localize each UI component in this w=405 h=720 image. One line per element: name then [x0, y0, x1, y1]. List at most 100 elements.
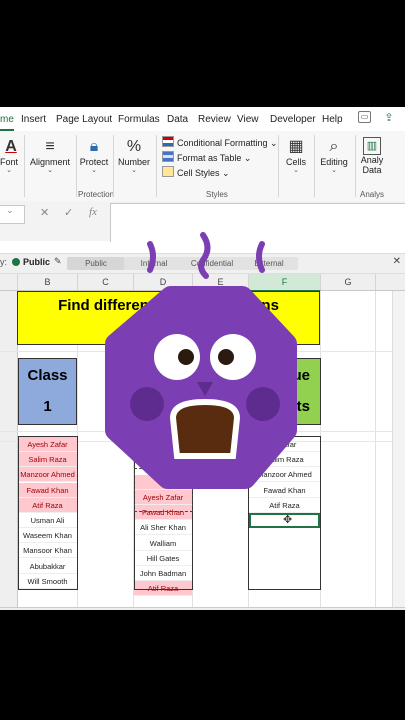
- sensitivity-option-confidential[interactable]: Confidential: [181, 257, 243, 270]
- analyze-data-button[interactable]: ▥ Analy Data: [357, 137, 387, 175]
- column-header-e[interactable]: E: [193, 274, 249, 290]
- comments-icon[interactable]: ▭: [358, 111, 371, 123]
- column-header-f[interactable]: F: [249, 274, 321, 292]
- class2-cell[interactable]: Ayesh Zafar: [134, 490, 192, 505]
- sensitivity-bar: y: Public ✎ Public Internal Confidential…: [0, 253, 405, 274]
- class1-header-cell[interactable]: Class 1: [18, 358, 77, 425]
- tab-insert[interactable]: Insert: [21, 114, 46, 125]
- close-icon[interactable]: ✕: [393, 256, 401, 267]
- tab-page-layout[interactable]: Page Layout: [56, 114, 112, 125]
- tab-home[interactable]: me: [0, 114, 14, 131]
- gridline: [375, 291, 376, 607]
- tab-help[interactable]: Help: [322, 114, 343, 125]
- class1-cell[interactable]: Waseem Khan: [18, 528, 77, 544]
- unique-cell[interactable]: Manzoor Ahmed: [249, 467, 320, 483]
- column-header-g[interactable]: G: [321, 274, 376, 290]
- analyze-data-icon: ▥: [363, 137, 381, 155]
- editing-button[interactable]: ⌕ Editing ⌄: [317, 137, 351, 175]
- cell-styles-label: Cell Styles: [177, 168, 220, 178]
- cells-icon: ▦: [288, 138, 304, 155]
- class1-cell[interactable]: Will Smooth: [18, 574, 77, 589]
- unique-cell[interactable]: Salim Raza: [249, 452, 320, 468]
- unique-header-cell[interactable]: ue ts: [248, 358, 321, 425]
- sensitivity-icon: [12, 258, 20, 266]
- class1-cell[interactable]: Ayesh Zafar: [18, 437, 77, 452]
- conditional-formatting-button[interactable]: Conditional Formatting ⌄: [162, 136, 278, 149]
- unique-header-line-1: ue: [292, 367, 310, 384]
- class2-cell[interactable]: Hill Gates: [134, 551, 192, 566]
- alignment-button[interactable]: ≡ Alignment ⌄: [28, 137, 72, 175]
- class1-cell[interactable]: Salim Raza: [18, 452, 77, 468]
- column-header-c[interactable]: C: [78, 274, 134, 290]
- row-headers[interactable]: [0, 291, 18, 607]
- class2-cell[interactable]: Fawad Khan: [134, 505, 192, 520]
- gridline: [0, 431, 393, 432]
- class1-cell[interactable]: Abubakkar: [18, 559, 77, 574]
- protect-button[interactable]: 🔒︎ Protect ⌄: [78, 137, 110, 175]
- formula-bar: ⌄ ✕ ✓ fx: [0, 201, 405, 242]
- class1-cell[interactable]: Usman Ali: [18, 513, 77, 528]
- class1-cell[interactable]: Mansoor Khan: [18, 543, 77, 559]
- enter-icon[interactable]: ✓: [64, 206, 73, 219]
- lock-icon: 🔒︎: [89, 138, 99, 155]
- sensitivity-option-public[interactable]: Public: [67, 257, 125, 270]
- chevron-down-icon: ⌄: [6, 167, 12, 174]
- unique-cell[interactable]: n Zafar: [249, 437, 320, 452]
- gridline: [0, 351, 393, 352]
- name-box-dropdown-icon[interactable]: ⌄: [6, 205, 14, 216]
- cursor-icon: ✥: [283, 514, 293, 526]
- share-icon[interactable]: ⇪: [382, 111, 396, 125]
- formula-input[interactable]: [110, 203, 405, 242]
- select-all-corner[interactable]: [0, 274, 18, 290]
- class1-header-line-1: Class: [27, 367, 68, 384]
- sensitivity-current: Public: [23, 257, 51, 267]
- class2-cell[interactable]: Atif Raza: [134, 581, 192, 596]
- sheet-tab-bar[interactable]: [0, 607, 405, 610]
- divider: [24, 135, 25, 197]
- title-line-2: Extract U: [135, 321, 202, 338]
- edit-pencil-icon[interactable]: ✎: [54, 256, 62, 267]
- insert-function-icon[interactable]: fx: [89, 206, 97, 218]
- chevron-down-icon: ⌄: [331, 167, 337, 174]
- protection-group-label: Protection: [78, 190, 115, 199]
- class1-cell[interactable]: Fawad Khan: [18, 482, 77, 498]
- gridline: [320, 291, 321, 607]
- chevron-down-icon: ⌄: [293, 167, 299, 174]
- class1-cell[interactable]: Atif Raza: [18, 497, 77, 513]
- percent-icon: %: [126, 138, 142, 155]
- class2-cell[interactable]: John Badman: [134, 566, 192, 581]
- divider: [355, 135, 356, 197]
- unique-cell[interactable]: Atif Raza: [249, 498, 320, 513]
- vertical-scrollbar[interactable]: [392, 291, 405, 607]
- chevron-down-icon: ⌄: [131, 167, 137, 174]
- unique-cell[interactable]: Fawad Khan: [249, 483, 320, 498]
- divider: [156, 135, 157, 197]
- tab-review[interactable]: Review: [198, 114, 231, 125]
- class1-header-line-2: 1: [43, 398, 52, 415]
- chevron-down-icon: ⌄: [47, 167, 53, 174]
- cell-styles-button[interactable]: Cell Styles ⌄: [162, 166, 230, 179]
- class2-cell[interactable]: Ali Sher Khan: [134, 520, 192, 535]
- tab-data[interactable]: Data: [167, 114, 188, 125]
- column-header-b[interactable]: B: [18, 274, 78, 290]
- sensitivity-option-external[interactable]: External: [240, 257, 298, 270]
- format-as-table-button[interactable]: Format as Table ⌄: [162, 151, 251, 164]
- sensitivity-option-internal[interactable]: Internal: [124, 257, 184, 270]
- column-headers: B C D E F G: [0, 274, 405, 292]
- conditional-formatting-icon: [162, 136, 174, 147]
- tab-formulas[interactable]: Formulas: [118, 114, 160, 125]
- tab-view[interactable]: View: [237, 114, 259, 125]
- table-icon: [162, 151, 174, 162]
- tab-developer[interactable]: Developer: [270, 114, 316, 125]
- class2-cell[interactable]: Walliam: [134, 536, 192, 551]
- font-button[interactable]: A Font ⌄: [0, 137, 18, 175]
- styles-group-label: Styles: [206, 190, 228, 199]
- cells-button[interactable]: ▦ Cells ⌄: [282, 137, 310, 175]
- class1-cell[interactable]: Manzoor Ahmed: [18, 467, 77, 483]
- column-header-d[interactable]: D: [134, 274, 193, 290]
- class2-cell[interactable]: Sa: [134, 475, 192, 490]
- editing-label: Editing: [320, 157, 348, 167]
- cancel-icon[interactable]: ✕: [40, 206, 49, 219]
- number-button[interactable]: % Number ⌄: [116, 137, 152, 175]
- title-cell[interactable]: Find difference in two columns Extract U: [17, 291, 320, 345]
